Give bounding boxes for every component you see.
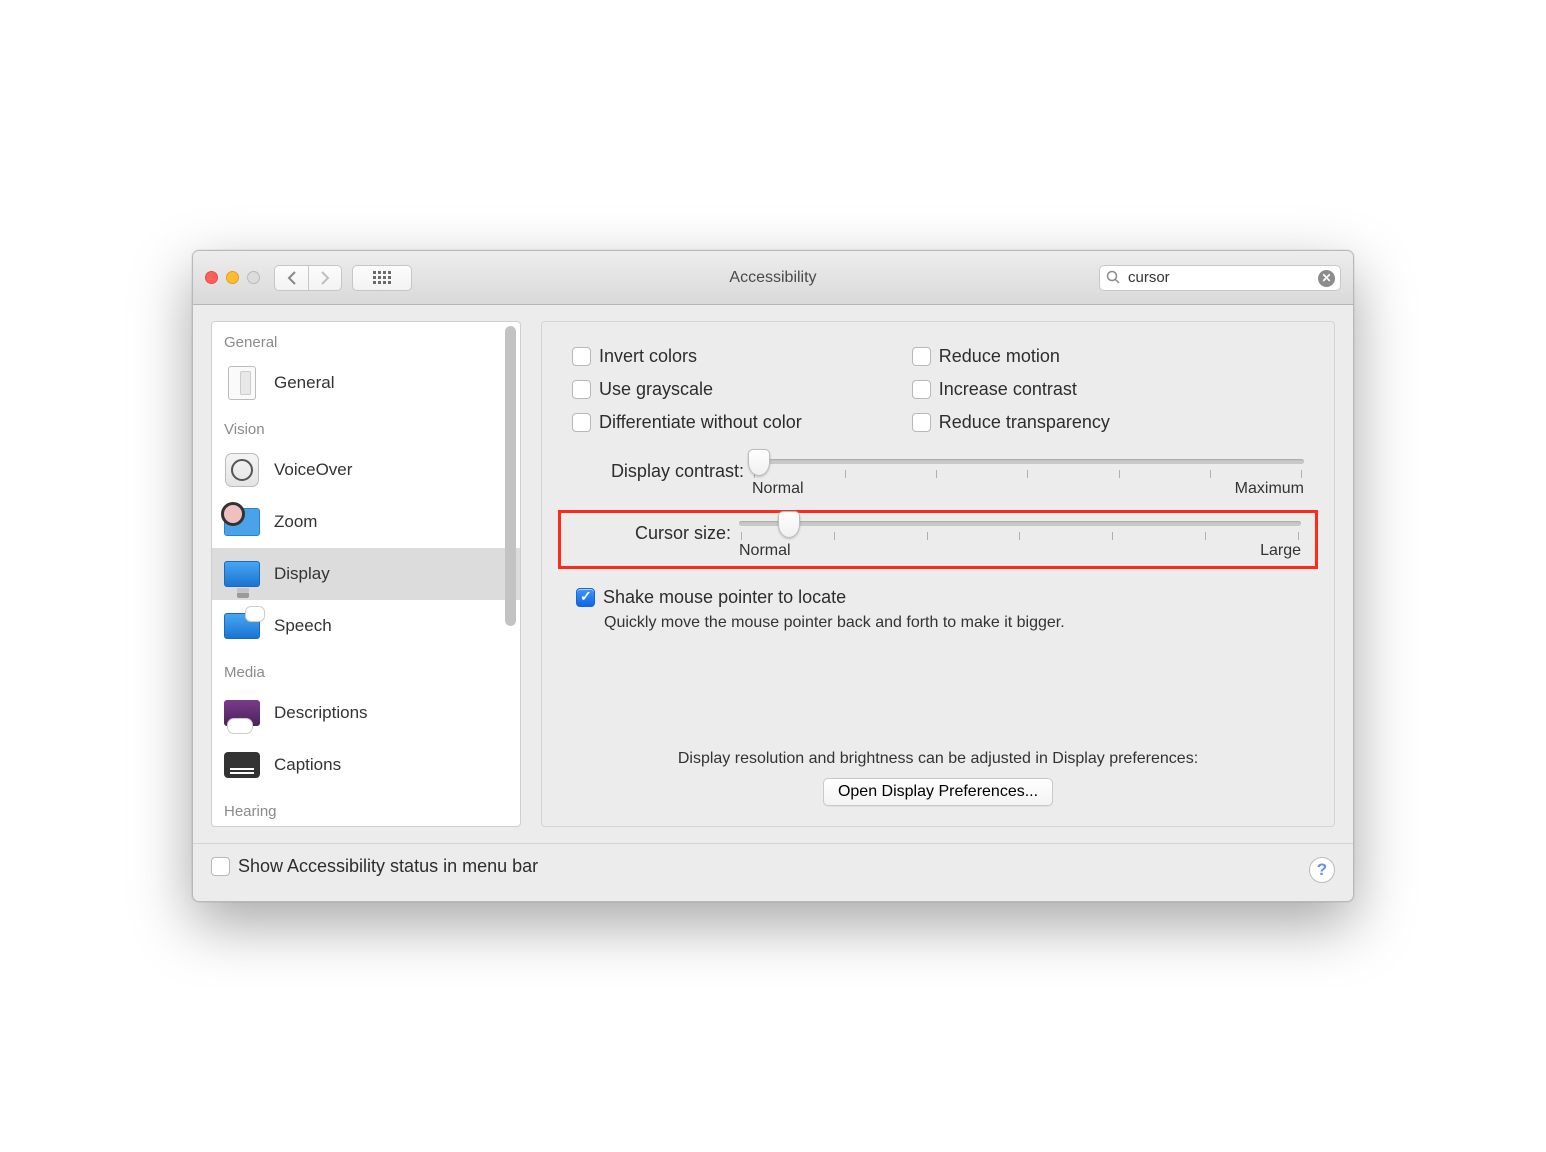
slider-range-labels: Normal Maximum — [752, 480, 1304, 498]
scrollbar-thumb[interactable] — [505, 326, 516, 626]
slider-ticks — [752, 470, 1304, 478]
scrollbar[interactable] — [503, 324, 518, 824]
checkbox-show-status-menubar[interactable]: Show Accessibility status in menu bar — [211, 856, 538, 877]
sidebar-header-hearing: Hearing — [212, 797, 520, 826]
checkbox-increase-contrast[interactable]: Increase contrast — [912, 379, 1110, 400]
checkbox-invert-colors[interactable]: Invert colors — [572, 346, 802, 367]
speech-icon — [222, 606, 262, 646]
preferences-window: Accessibility ✕ General General Vision — [192, 250, 1354, 902]
sidebar-header-media: Media — [212, 658, 520, 687]
maximize-button[interactable] — [247, 271, 260, 284]
slider-min-label: Normal — [739, 542, 791, 560]
display-contrast-row: Display contrast: Normal Maximum — [572, 459, 1304, 498]
main-panel: Invert colors Use grayscale Differentiat… — [541, 321, 1335, 827]
content: General General Vision VoiceOver Zoom — [193, 305, 1353, 843]
sidebar-item-speech[interactable]: Speech — [212, 600, 520, 652]
display-icon — [222, 554, 262, 594]
checkbox-label: Differentiate without color — [599, 412, 802, 433]
checkbox-reduce-transparency[interactable]: Reduce transparency — [912, 412, 1110, 433]
window-footer: Show Accessibility status in menu bar ? — [193, 843, 1353, 901]
back-button[interactable] — [274, 265, 308, 291]
checkbox-icon — [912, 347, 931, 366]
cursor-size-highlight: Cursor size: Normal Large — [558, 510, 1318, 569]
sidebar-item-label: Captions — [274, 755, 341, 775]
nav-buttons — [274, 265, 342, 291]
sidebar-item-label: Speech — [274, 616, 332, 636]
sidebar-header-general: General — [212, 328, 520, 357]
slider-ticks — [739, 532, 1301, 540]
slider-range-labels: Normal Large — [739, 542, 1301, 560]
checkbox-reduce-motion[interactable]: Reduce motion — [912, 346, 1110, 367]
zoom-icon — [222, 502, 262, 542]
checkbox-label: Increase contrast — [939, 379, 1077, 400]
chevron-right-icon — [320, 271, 330, 285]
search-input[interactable] — [1099, 265, 1341, 291]
cursor-size-row: Cursor size: Normal Large — [575, 521, 1301, 560]
voiceover-icon — [222, 450, 262, 490]
main-footer: Display resolution and brightness can be… — [542, 750, 1334, 806]
window-controls — [205, 271, 260, 284]
checkbox-shake-pointer[interactable]: Shake mouse pointer to locate — [576, 587, 1304, 608]
show-all-button[interactable] — [352, 265, 412, 291]
checkbox-grid: Invert colors Use grayscale Differentiat… — [572, 346, 1304, 439]
general-icon — [222, 363, 262, 403]
display-contrast-label: Display contrast: — [572, 459, 752, 482]
checkbox-icon — [572, 347, 591, 366]
search-wrap: ✕ — [1099, 265, 1341, 291]
checkbox-label: Shake mouse pointer to locate — [603, 587, 846, 608]
sidebar-item-label: Display — [274, 564, 330, 584]
checkbox-label: Reduce motion — [939, 346, 1060, 367]
clear-search-button[interactable]: ✕ — [1318, 270, 1335, 287]
sidebar: General General Vision VoiceOver Zoom — [211, 321, 521, 827]
sidebar-item-label: Zoom — [274, 512, 317, 532]
shake-pointer-description: Quickly move the mouse pointer back and … — [604, 614, 1304, 632]
minimize-button[interactable] — [226, 271, 239, 284]
sidebar-item-general[interactable]: General — [212, 357, 520, 409]
slider-min-label: Normal — [752, 480, 804, 498]
search-icon — [1106, 270, 1120, 287]
forward-button[interactable] — [308, 265, 342, 291]
sidebar-item-descriptions[interactable]: Descriptions — [212, 687, 520, 739]
descriptions-icon — [222, 693, 262, 733]
cursor-size-slider[interactable] — [739, 521, 1301, 526]
open-display-preferences-button[interactable]: Open Display Preferences... — [823, 778, 1053, 806]
close-button[interactable] — [205, 271, 218, 284]
checkbox-icon — [576, 588, 595, 607]
captions-icon — [222, 745, 262, 785]
sidebar-item-captions[interactable]: Captions — [212, 739, 520, 791]
grid-icon — [373, 271, 391, 284]
checkbox-icon — [912, 380, 931, 399]
sidebar-item-label: General — [274, 373, 334, 393]
checkbox-label: Invert colors — [599, 346, 697, 367]
sidebar-item-zoom[interactable]: Zoom — [212, 496, 520, 548]
help-button[interactable]: ? — [1309, 857, 1335, 883]
cursor-size-label: Cursor size: — [575, 521, 739, 544]
display-contrast-slider[interactable] — [752, 459, 1304, 464]
checkbox-icon — [572, 380, 591, 399]
sidebar-item-label: Descriptions — [274, 703, 368, 723]
slider-max-label: Large — [1260, 542, 1301, 560]
checkbox-icon — [912, 413, 931, 432]
checkbox-icon — [211, 857, 230, 876]
chevron-left-icon — [287, 271, 297, 285]
slider-knob[interactable] — [748, 449, 770, 476]
checkbox-label: Use grayscale — [599, 379, 713, 400]
checkbox-differentiate-without-color[interactable]: Differentiate without color — [572, 412, 802, 433]
checkbox-use-grayscale[interactable]: Use grayscale — [572, 379, 802, 400]
sidebar-item-label: VoiceOver — [274, 460, 352, 480]
sidebar-item-display[interactable]: Display — [212, 548, 520, 600]
shake-pointer-section: Shake mouse pointer to locate Quickly mo… — [576, 587, 1304, 632]
checkbox-icon — [572, 413, 591, 432]
sidebar-item-voiceover[interactable]: VoiceOver — [212, 444, 520, 496]
slider-max-label: Maximum — [1235, 480, 1304, 498]
checkbox-label: Reduce transparency — [939, 412, 1110, 433]
checkbox-label: Show Accessibility status in menu bar — [238, 856, 538, 877]
titlebar: Accessibility ✕ — [193, 251, 1353, 305]
display-preferences-note: Display resolution and brightness can be… — [542, 750, 1334, 768]
sidebar-header-vision: Vision — [212, 415, 520, 444]
